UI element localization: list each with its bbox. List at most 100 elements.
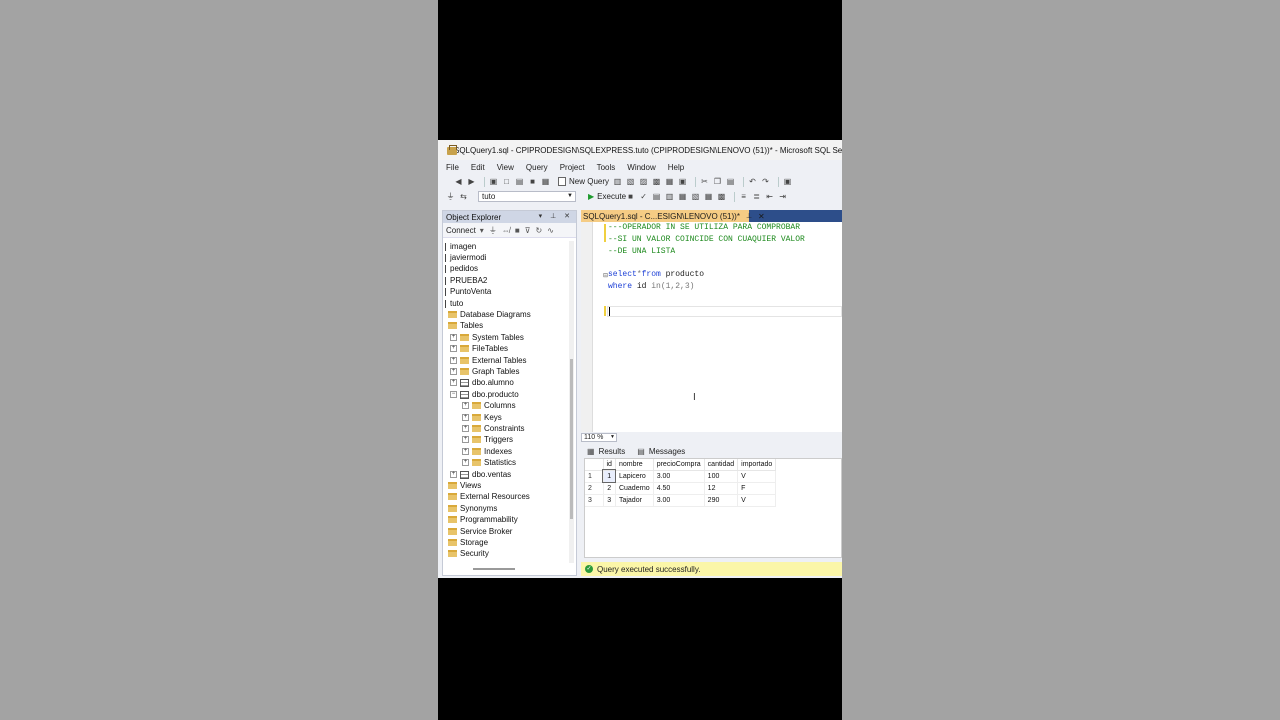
menu-query[interactable]: Query [526, 163, 548, 172]
tree-item-javiermodi[interactable]: javiermodi [445, 252, 486, 263]
tree-item-pedidos[interactable]: pedidos [445, 263, 478, 274]
menu-file[interactable]: File [446, 163, 459, 172]
activity-monitor-icon[interactable]: ∿ [547, 226, 554, 235]
tree-item-puntoventa[interactable]: PuntoVenta [445, 286, 491, 297]
tree-item-external-tables[interactable]: + External Tables [450, 355, 527, 366]
results-grid[interactable]: id nombre precioCompra cantidad importad… [584, 458, 842, 558]
save-all-icon[interactable]: ▦ [541, 177, 550, 186]
cell-id[interactable]: 3 [603, 494, 616, 507]
redo-icon[interactable]: ↷ [761, 177, 770, 186]
cell-id[interactable]: 2 [603, 482, 616, 495]
analysis-query-icon[interactable]: ▧ [626, 177, 635, 186]
cell-importado[interactable]: V [737, 470, 777, 483]
copy-icon[interactable]: ❐ [713, 177, 722, 186]
cell-preciocompra[interactable]: 3.00 [653, 494, 705, 507]
tree-item-columns[interactable]: + Columns [462, 400, 516, 411]
tree-item-synonyms[interactable]: Synonyms [448, 503, 497, 514]
tree-item-dbo-ventas[interactable]: + dbo.ventas [450, 469, 511, 480]
new-query-button[interactable]: New Query [558, 177, 609, 186]
mdx-query-icon[interactable]: ▨ [639, 177, 648, 186]
tree-item-dbo-alumno[interactable]: + dbo.alumno [450, 377, 514, 388]
cell-nombre[interactable]: Cuaderno [615, 482, 654, 495]
add-item-icon[interactable]: □ [502, 177, 511, 186]
tree-item-service-broker[interactable]: Service Broker [448, 526, 512, 537]
query-options-icon[interactable]: ▥ [665, 192, 674, 201]
menu-window[interactable]: Window [627, 163, 655, 172]
row-number[interactable]: 1 [585, 470, 604, 483]
row-number[interactable]: 3 [585, 494, 604, 507]
tree-item-system-tables[interactable]: + System Tables [450, 332, 524, 343]
save-icon[interactable]: ■ [528, 177, 537, 186]
parse-checkmark-icon[interactable]: ✓ [639, 192, 648, 201]
database-selector[interactable]: tuto ▼ [478, 191, 576, 202]
change-connection-icon[interactable]: ⇆ [459, 192, 468, 201]
column-header-importado[interactable]: importado [737, 459, 777, 471]
tree-item-tables[interactable]: Tables [448, 320, 483, 331]
menu-tools[interactable]: Tools [597, 163, 616, 172]
results-to-grid-icon[interactable]: ▦ [704, 192, 713, 201]
tree-item-database-diagrams[interactable]: Database Diagrams [448, 309, 531, 320]
xmla-query-icon[interactable]: ▦ [665, 177, 674, 186]
expand-icon[interactable]: + [462, 425, 469, 432]
connect-plug-icon[interactable]: ⏚ [489, 225, 497, 236]
tree-item-keys[interactable]: + Keys [462, 412, 502, 423]
stop-icon[interactable]: ■ [515, 226, 520, 235]
uncomment-icon[interactable]: ≣ [752, 192, 761, 201]
pin-icon[interactable]: ⊥ [746, 212, 752, 220]
tree-item-filetables[interactable]: + FileTables [450, 343, 508, 354]
tree-item-storage[interactable]: Storage [448, 537, 488, 548]
column-header-cantidad[interactable]: cantidad [704, 459, 739, 471]
expand-icon[interactable]: + [462, 414, 469, 421]
forward-icon[interactable]: ▶ [467, 177, 476, 186]
chevron-down-icon[interactable]: ▾ [480, 226, 484, 235]
expand-icon[interactable]: + [462, 459, 469, 466]
paste-icon[interactable]: ▤ [726, 177, 735, 186]
cut-icon[interactable]: ✂ [700, 177, 709, 186]
menu-project[interactable]: Project [560, 163, 585, 172]
table-row[interactable]: 2 2 Cuaderno 4.50 12 F [585, 482, 777, 495]
tree-item-triggers[interactable]: + Triggers [462, 434, 513, 445]
cell-preciocompra[interactable]: 4.50 [653, 482, 705, 495]
expand-icon[interactable]: + [450, 357, 457, 364]
undo-icon[interactable]: ↶ [748, 177, 757, 186]
expand-icon[interactable]: + [462, 402, 469, 409]
dax-query-icon[interactable]: ▣ [678, 177, 687, 186]
tree-item-imagen[interactable]: imagen [445, 241, 476, 252]
results-to-file-icon[interactable]: ▩ [717, 192, 726, 201]
tree-item-security[interactable]: Security [448, 548, 489, 559]
tree-item-tuto[interactable]: tuto [445, 298, 463, 309]
cell-preciocompra[interactable]: 3.00 [653, 470, 705, 483]
connect-dropdown[interactable]: Connect [446, 226, 476, 235]
expand-icon[interactable]: + [450, 334, 457, 341]
expand-icon[interactable]: + [462, 436, 469, 443]
object-explorer-vscroll[interactable] [569, 241, 574, 563]
comment-icon[interactable]: ≡ [739, 192, 748, 201]
cell-cantidad[interactable]: 100 [704, 470, 739, 483]
display-plan-icon[interactable]: ▤ [652, 192, 661, 201]
tree-item-prueba2[interactable]: PRUEBA2 [445, 275, 487, 286]
tree-item-views[interactable]: Views [448, 480, 481, 491]
intellisense-icon[interactable]: ▦ [678, 192, 687, 201]
expand-icon[interactable]: + [450, 379, 457, 386]
tab-messages[interactable]: ▤ Messages [637, 447, 685, 456]
dmx-query-icon[interactable]: ▩ [652, 177, 661, 186]
execute-button[interactable]: ▶ Execute [588, 192, 626, 201]
database-engine-query-icon[interactable]: ▥ [613, 177, 622, 186]
column-header-id[interactable]: id [603, 459, 616, 471]
menu-view[interactable]: View [497, 163, 514, 172]
connect-icon[interactable]: ⏚ [446, 192, 455, 201]
menu-help[interactable]: Help [668, 163, 684, 172]
tree-item-constraints[interactable]: + Constraints [462, 423, 524, 434]
filter-icon[interactable]: ⊽ [525, 226, 531, 235]
open-file-icon[interactable]: ▤ [515, 177, 524, 186]
menu-edit[interactable]: Edit [471, 163, 485, 172]
increase-indent-icon[interactable]: ⇥ [778, 192, 787, 201]
row-number[interactable]: 2 [585, 482, 604, 495]
cell-nombre[interactable]: Tajador [615, 494, 654, 507]
expand-icon[interactable]: + [450, 471, 457, 478]
tree-item-external-resources[interactable]: External Resources [448, 491, 530, 502]
refresh-icon[interactable]: ↻ [536, 226, 543, 235]
tree-item-programmability[interactable]: Programmability [448, 514, 518, 525]
cell-importado[interactable]: V [737, 494, 777, 507]
cancel-query-icon[interactable]: ■ [626, 192, 635, 201]
